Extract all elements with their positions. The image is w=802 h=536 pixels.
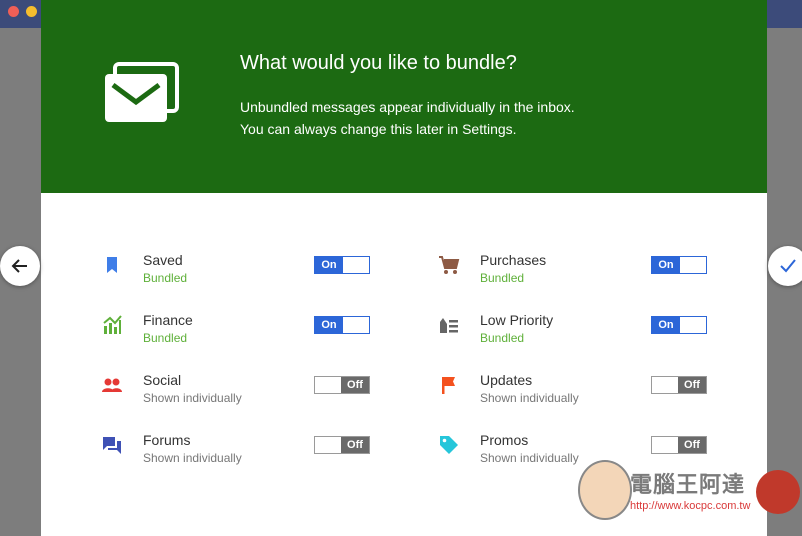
toggle-label: Off xyxy=(678,437,706,453)
bundle-name: Updates xyxy=(480,372,533,388)
chart-icon xyxy=(103,315,122,334)
toggle-label: Off xyxy=(341,437,369,453)
bundle-name: Saved xyxy=(143,252,183,268)
bundle-name: Forums xyxy=(143,432,191,448)
flag-icon xyxy=(442,377,455,394)
bundle-mail-icon xyxy=(105,62,179,122)
updates-toggle[interactable]: Off xyxy=(651,376,707,394)
bundle-status: Bundled xyxy=(480,331,525,345)
finance-toggle[interactable]: On xyxy=(314,316,370,334)
promos-toggle[interactable]: Off xyxy=(651,436,707,454)
toggle-label: On xyxy=(315,317,343,333)
toggle-label: Off xyxy=(341,377,369,393)
toggle-label: Off xyxy=(678,377,706,393)
bundle-name: Low Priority xyxy=(480,312,554,328)
social-toggle[interactable]: Off xyxy=(314,376,370,394)
watermark-url: http://www.kocpc.com.tw xyxy=(630,500,751,512)
bundle-item-social: Social Shown individually Off xyxy=(101,372,391,412)
people-icon xyxy=(102,378,122,392)
bundle-status: Shown individually xyxy=(143,451,242,465)
watermark-mascot xyxy=(578,460,632,520)
bundle-item-promos: Promos Shown individually Off xyxy=(438,432,728,472)
low-priority-toggle[interactable]: On xyxy=(651,316,707,334)
checkmark-icon xyxy=(780,259,796,273)
bundle-settings-dialog: What would you like to bundle? Unbundled… xyxy=(41,0,767,536)
bundle-item-updates: Updates Shown individually Off xyxy=(438,372,728,412)
bundle-status: Bundled xyxy=(480,271,525,285)
bundle-item-low-priority: Low Priority Bundled On xyxy=(438,312,728,352)
dialog-header: What would you like to bundle? Unbundled… xyxy=(41,0,767,193)
saved-toggle[interactable]: On xyxy=(314,256,370,274)
bundle-item-saved: Saved Bundled On xyxy=(101,252,391,292)
bundle-item-purchases: Purchases Bundled On xyxy=(438,252,728,292)
bundle-status: Bundled xyxy=(143,271,188,285)
description-line-1: Unbundled messages appear individually i… xyxy=(240,99,575,115)
back-button[interactable] xyxy=(0,246,40,286)
bundle-item-finance: Finance Bundled On xyxy=(101,312,391,352)
bundle-name: Finance xyxy=(143,312,193,328)
bundle-item-forums: Forums Shown individually Off xyxy=(101,432,391,472)
tag-icon xyxy=(440,436,458,454)
forums-toggle[interactable]: Off xyxy=(314,436,370,454)
bundle-name: Promos xyxy=(480,432,529,448)
bundle-name: Social xyxy=(143,372,182,388)
toggle-label: On xyxy=(652,317,680,333)
bookmark-icon xyxy=(107,257,117,273)
bundle-status: Bundled xyxy=(143,331,188,345)
cart-icon xyxy=(439,256,460,274)
bundle-status: Shown individually xyxy=(480,391,579,405)
description-line-2: You can always change this later in Sett… xyxy=(240,121,517,137)
watermark-badge xyxy=(756,470,800,514)
minimize-window-button[interactable] xyxy=(26,6,37,17)
purchases-toggle[interactable]: On xyxy=(651,256,707,274)
arrow-left-icon xyxy=(11,259,27,273)
toggle-label: On xyxy=(652,257,680,273)
dialog-description: Unbundled messages appear individually i… xyxy=(240,96,660,140)
forum-icon xyxy=(103,437,121,454)
bundle-status: Shown individually xyxy=(143,391,242,405)
close-window-button[interactable] xyxy=(8,6,19,17)
done-button[interactable] xyxy=(768,246,802,286)
watermark-text: 電腦王阿達 xyxy=(630,472,746,497)
bundle-name: Purchases xyxy=(480,252,547,268)
low-priority-icon xyxy=(440,318,458,333)
dialog-title: What would you like to bundle? xyxy=(240,52,517,74)
toggle-label: On xyxy=(315,257,343,273)
bundle-status: Shown individually xyxy=(480,451,579,465)
